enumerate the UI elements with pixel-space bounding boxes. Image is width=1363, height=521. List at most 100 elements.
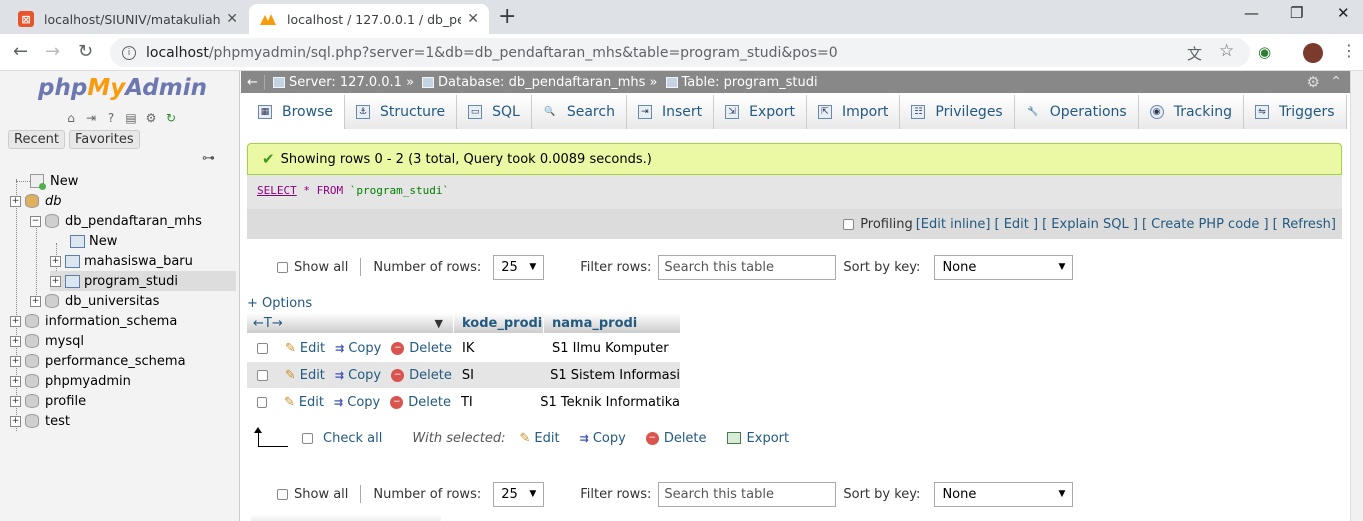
sql-keyword-select[interactable]: SELECT: [257, 184, 297, 197]
browser-tab-siuniv[interactable]: ⊠ localhost/SIUNIV/matakuliah/sea ✕: [8, 4, 248, 34]
help-icon[interactable]: ?: [103, 110, 119, 126]
tree-item-performance-schema[interactable]: + performance_schema: [10, 351, 186, 371]
number-of-rows-select[interactable]: 25 ▼: [493, 254, 545, 280]
tab-export[interactable]: ⇲ Export: [714, 95, 807, 129]
tab-sql[interactable]: ▭ SQL: [457, 95, 532, 129]
menu-dots-icon[interactable]: ⋮: [1341, 41, 1357, 60]
tree-item-profile[interactable]: + profile: [10, 391, 86, 411]
explain-sql-link[interactable]: [ Explain SQL ]: [1042, 217, 1138, 232]
back-icon[interactable]: ←: [13, 41, 28, 62]
row-checkbox[interactable]: [257, 342, 268, 354]
tree-item-information-schema[interactable]: + information_schema: [10, 311, 177, 331]
cell-nama-prodi[interactable]: S1 Sistem Informasi: [550, 368, 680, 383]
tree-item-new[interactable]: New: [30, 171, 78, 191]
row-copy-button[interactable]: ⇉ Copy: [335, 341, 381, 356]
refresh-link[interactable]: [ Refresh]: [1273, 217, 1336, 232]
sort-by-key-select[interactable]: None ▼: [934, 254, 1074, 280]
expand-icon[interactable]: +: [10, 335, 21, 347]
bulk-export-button[interactable]: Export: [726, 431, 789, 446]
check-all-label[interactable]: Check all: [323, 431, 382, 446]
row-checkbox[interactable]: [257, 369, 268, 381]
collapse-nav-arrow-icon[interactable]: ←: [241, 74, 265, 90]
cell-nama-prodi[interactable]: S1 Teknik Informatika: [540, 395, 680, 410]
new-tab-button[interactable]: +: [498, 4, 516, 29]
profile-avatar[interactable]: [1303, 43, 1323, 63]
reload-icon[interactable]: ↻: [78, 41, 93, 62]
row-edit-button[interactable]: ✎ Edit: [285, 368, 325, 383]
filter-rows-input[interactable]: Search this table: [658, 481, 837, 507]
profiling-checkbox[interactable]: [843, 218, 855, 230]
minimize-icon[interactable]: —: [1244, 4, 1259, 22]
tab-privileges[interactable]: ☷ Privileges: [900, 95, 1015, 129]
docs-icon[interactable]: ▤: [123, 110, 139, 126]
collapse-icon[interactable]: −: [30, 215, 41, 227]
bulk-copy-button[interactable]: ⇉ Copy: [580, 431, 626, 446]
tree-item-db[interactable]: + db: [10, 191, 62, 211]
tree-item-new-table[interactable]: New: [70, 231, 117, 251]
row-delete-button[interactable]: − Delete: [390, 395, 451, 410]
reload-navigation-icon[interactable]: ↻: [163, 110, 179, 126]
recent-button[interactable]: Recent: [8, 130, 65, 149]
row-edit-button[interactable]: ✎ Edit: [284, 395, 324, 410]
tree-item-db-universitas[interactable]: + db_universitas: [30, 291, 159, 311]
tab-insert[interactable]: ⇥ Insert: [626, 95, 715, 129]
home-icon[interactable]: ⌂: [63, 110, 79, 126]
row-delete-button[interactable]: − Delete: [391, 341, 452, 356]
expand-icon[interactable]: +: [50, 255, 61, 267]
breadcrumb-database[interactable]: Database: db_pendaftaran_mhs »: [422, 75, 658, 90]
cell-kode-prodi[interactable]: TI: [461, 395, 540, 410]
settings-icon[interactable]: ⚙: [143, 110, 159, 126]
options-toggle[interactable]: + Options: [247, 296, 312, 311]
favorites-button[interactable]: Favorites: [68, 130, 140, 149]
filter-rows-input[interactable]: Search this table: [658, 254, 837, 280]
column-header-nama-prodi[interactable]: nama_prodi: [543, 313, 680, 333]
expand-icon[interactable]: +: [50, 275, 61, 287]
show-all-checkbox[interactable]: [277, 488, 288, 500]
close-tab-icon[interactable]: ✕: [467, 11, 479, 27]
tab-triggers[interactable]: ⇋ Triggers: [1244, 95, 1347, 129]
show-all-checkbox[interactable]: [277, 261, 288, 273]
check-all-checkbox[interactable]: [302, 432, 313, 444]
tab-operations[interactable]: 🔧 Operations: [1014, 95, 1139, 129]
row-copy-button[interactable]: ⇉ Copy: [334, 395, 380, 410]
browser-tab-phpmyadmin[interactable]: localhost / 127.0.0.1 / db_pendaf ✕: [249, 4, 489, 34]
column-visibility-dropdown-icon[interactable]: ▼: [435, 317, 443, 330]
column-header-kode-prodi[interactable]: kode_prodi: [453, 313, 543, 333]
tab-tracking[interactable]: ◉ Tracking: [1138, 95, 1244, 129]
close-tab-icon[interactable]: ✕: [226, 11, 238, 27]
row-delete-button[interactable]: − Delete: [391, 368, 452, 383]
address-bar[interactable]: i localhost/phpmyadmin/sql.php?server=1&…: [110, 38, 1250, 67]
tree-item-test[interactable]: + test: [10, 411, 70, 431]
tab-browse[interactable]: ▦ Browse: [247, 95, 345, 129]
bulk-delete-button[interactable]: − Delete: [645, 431, 707, 446]
extension-icon[interactable]: ◉: [1258, 43, 1271, 61]
row-edit-button[interactable]: ✎ Edit: [285, 341, 325, 356]
tree-item-mysql[interactable]: + mysql: [10, 331, 84, 351]
expand-icon[interactable]: +: [30, 295, 41, 307]
logout-icon[interactable]: ⇥: [83, 110, 99, 126]
row-copy-button[interactable]: ⇉ Copy: [335, 368, 381, 383]
expand-icon[interactable]: +: [10, 195, 21, 207]
column-nav-arrows-icon[interactable]: ←T→: [253, 316, 283, 331]
expand-icon[interactable]: +: [10, 395, 21, 407]
number-of-rows-select[interactable]: 25 ▼: [493, 481, 545, 507]
collapse-top-icon[interactable]: ⌃: [1330, 74, 1342, 90]
tree-item-program-studi[interactable]: + program_studi: [50, 271, 236, 291]
bulk-edit-button[interactable]: ✎ Edit: [520, 431, 560, 446]
breadcrumb-table[interactable]: Table: program_studi: [665, 75, 818, 90]
tab-search[interactable]: 🔍 Search: [531, 95, 627, 129]
create-php-code-link[interactable]: [ Create PHP code ]: [1142, 217, 1269, 232]
expand-icon[interactable]: +: [10, 375, 21, 387]
tree-item-mahasiswa-baru[interactable]: + mahasiswa_baru: [50, 251, 193, 271]
tab-structure[interactable]: ⚓ Structure: [344, 95, 458, 129]
expand-icon[interactable]: +: [10, 355, 21, 367]
tab-import[interactable]: ⇱ Import: [806, 95, 901, 129]
breadcrumb-server[interactable]: Server: 127.0.0.1 »: [273, 75, 414, 90]
edit-inline-link[interactable]: [Edit inline]: [916, 217, 991, 232]
row-checkbox[interactable]: [257, 396, 267, 408]
cell-kode-prodi[interactable]: SI: [462, 368, 550, 383]
restore-icon[interactable]: ❐: [1290, 4, 1303, 22]
cell-kode-prodi[interactable]: IK: [462, 341, 552, 356]
edit-link[interactable]: [ Edit ]: [994, 217, 1038, 232]
site-info-icon[interactable]: i: [122, 45, 136, 60]
